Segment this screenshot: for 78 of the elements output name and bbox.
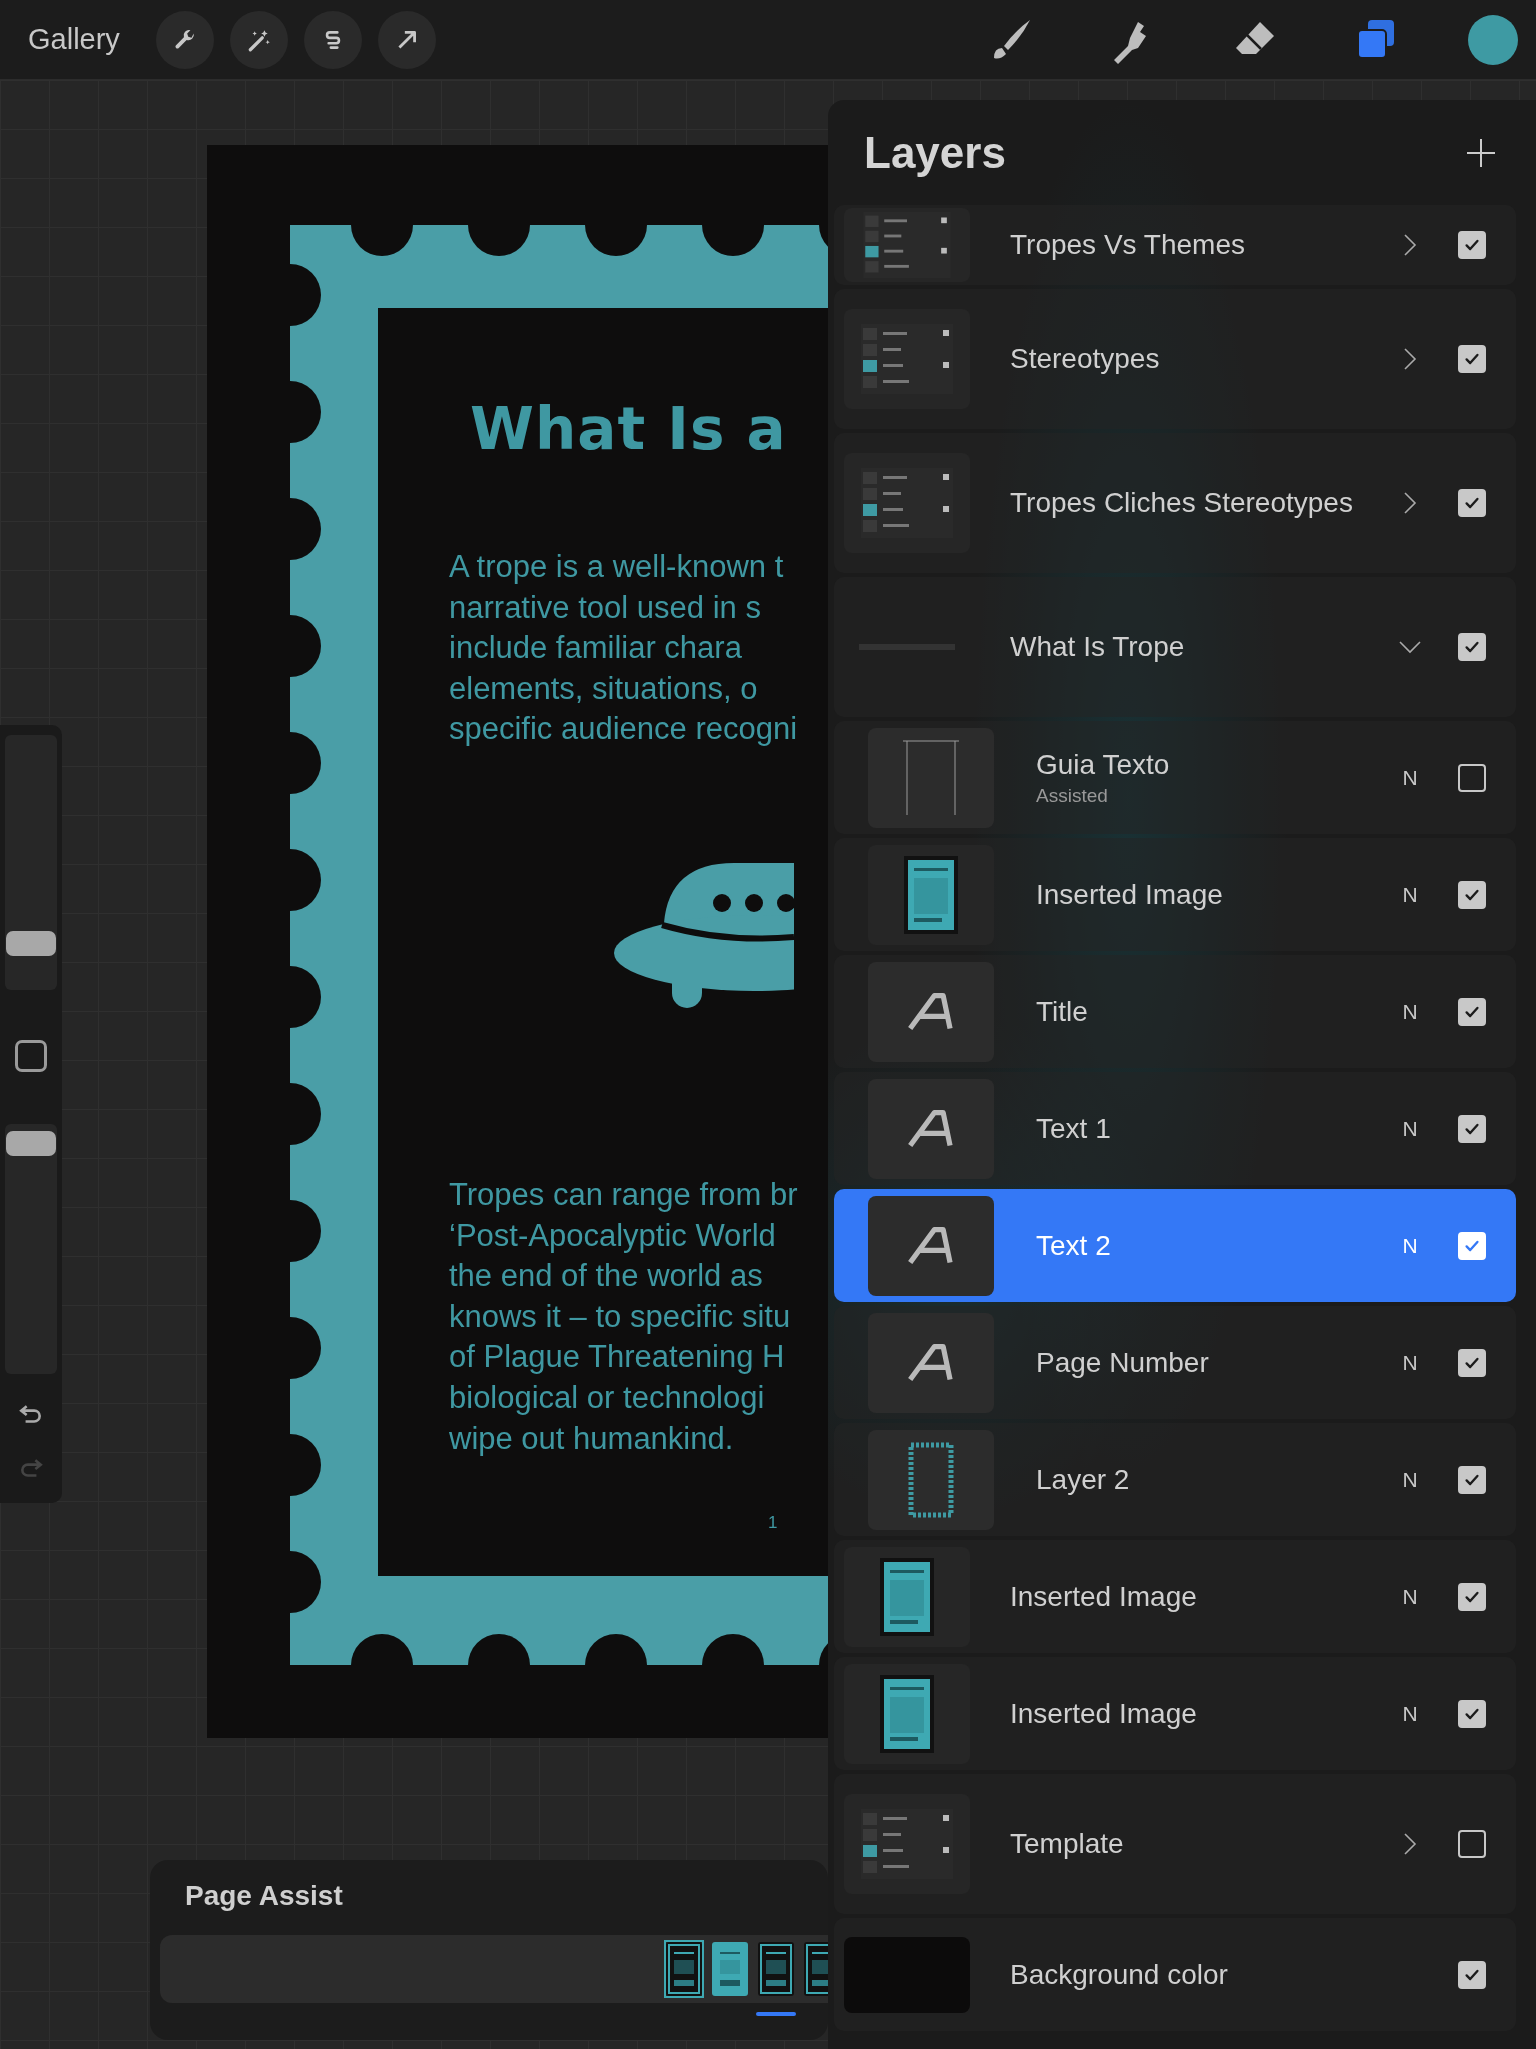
blend-mode[interactable]: N — [1402, 765, 1418, 790]
layer-row[interactable]: Tropes Vs Themes — [834, 205, 1516, 285]
blend-mode[interactable]: N — [1402, 1584, 1418, 1609]
blend-mode[interactable]: N — [1402, 1116, 1418, 1141]
body-text-line: wipe out humankind. — [449, 1419, 735, 1458]
layer-name: Text 2 — [1036, 1229, 1112, 1262]
layer-row[interactable]: Guia Texto Assisted N — [834, 721, 1516, 834]
layer-name: Layer 2 — [1036, 1463, 1131, 1496]
body-text-line: knows it – to specific situ — [449, 1297, 792, 1336]
layer-name: Template — [1010, 1828, 1125, 1860]
layer-checkbox[interactable] — [1458, 880, 1486, 909]
body-text-line: of Plague Threatening H — [449, 1338, 786, 1377]
slider-thumb[interactable] — [6, 1131, 56, 1156]
layer-checkbox[interactable] — [1458, 1830, 1486, 1858]
body-text-line: the end of the world as — [449, 1257, 764, 1296]
layer-row[interactable]: Tropes Cliches Stereotypes — [834, 433, 1516, 573]
page-number: 1 — [768, 1513, 778, 1533]
layer-subtitle: Assisted — [1036, 784, 1109, 807]
layer-name: Tropes Cliches Stereotypes — [1010, 487, 1354, 519]
brush-size-slider[interactable] — [5, 735, 57, 990]
blend-mode[interactable]: N — [1402, 882, 1418, 907]
color-swatch[interactable] — [1468, 14, 1518, 65]
layer-name: Inserted Image — [1036, 878, 1224, 911]
layer-name: Title — [1036, 995, 1089, 1028]
slider-thumb[interactable] — [6, 931, 56, 957]
layer-name: Text 1 — [1036, 1112, 1112, 1145]
body-text-line: Tropes can range from br — [449, 1176, 798, 1214]
layer-checkbox[interactable] — [1458, 489, 1486, 517]
layer-row[interactable]: Template — [834, 1774, 1516, 1914]
layer-row[interactable]: Text 1 N — [834, 1072, 1516, 1185]
blend-mode[interactable]: N — [1402, 1233, 1418, 1258]
layer-checkbox[interactable] — [1458, 345, 1486, 373]
blend-mode[interactable]: N — [1402, 1467, 1418, 1492]
layer-name: Inserted Image — [1010, 1697, 1198, 1730]
layer-checkbox[interactable] — [1458, 1465, 1486, 1494]
layer-name: Tropes Vs Themes — [1010, 229, 1246, 261]
layer-checkbox[interactable] — [1458, 1114, 1486, 1143]
layer-row[interactable]: Inserted Image N — [834, 1657, 1516, 1770]
body-text-line: specific audience recogni — [449, 710, 798, 749]
layer-row[interactable]: Text 2 N — [834, 1189, 1516, 1302]
layer-name: Page Number — [1036, 1346, 1210, 1379]
layer-row[interactable]: Inserted Image N — [834, 1540, 1516, 1653]
layer-row[interactable]: Title N — [834, 955, 1516, 1068]
page-title: What Is a — [470, 395, 787, 463]
layer-name: Stereotypes — [1010, 343, 1161, 375]
body-text-line: biological or technologi — [449, 1378, 766, 1417]
gallery-button[interactable]: Gallery — [28, 23, 120, 56]
layer-checkbox[interactable] — [1458, 1699, 1486, 1728]
add-icon[interactable] — [1466, 137, 1496, 168]
layer-name: Guia Texto — [1036, 748, 1171, 781]
modify-button[interactable] — [15, 1040, 47, 1072]
layer-row[interactable]: Page Number N — [834, 1306, 1516, 1419]
layer-name: Background color — [1010, 1958, 1229, 1991]
layer-name: Inserted Image — [1010, 1580, 1198, 1613]
blend-mode[interactable]: N — [1402, 999, 1418, 1024]
blend-mode[interactable]: N — [1402, 1350, 1418, 1375]
opacity-slider[interactable] — [5, 1124, 57, 1374]
layer-row[interactable]: Stereotypes — [834, 289, 1516, 429]
layer-checkbox[interactable] — [1458, 633, 1486, 661]
body-text-line: elements, situations, o — [449, 669, 759, 708]
body-text-line: ‘Post-Apocalyptic World — [449, 1216, 777, 1255]
body-text-line: narrative tool used in s — [449, 588, 762, 627]
layer-checkbox[interactable] — [1458, 1960, 1486, 1989]
body-text-line: A trope is a well-known t — [449, 548, 785, 586]
blend-mode[interactable]: N — [1402, 1701, 1418, 1726]
layer-checkbox[interactable] — [1458, 997, 1486, 1026]
panel-title: Page Assist — [184, 1879, 344, 1913]
layer-checkbox[interactable] — [1458, 1348, 1486, 1377]
layer-checkbox[interactable] — [1458, 231, 1486, 259]
panel-title: Layers — [864, 127, 1006, 178]
layer-row[interactable]: Layer 2 N — [834, 1423, 1516, 1536]
layer-checkbox[interactable] — [1458, 763, 1486, 792]
layer-row[interactable]: Background color — [834, 1918, 1516, 2031]
layer-checkbox[interactable] — [1458, 1582, 1486, 1611]
layer-row[interactable]: Inserted Image N — [834, 838, 1516, 951]
body-text-line: include familiar chara — [449, 629, 743, 668]
layer-name: What Is Trope — [1010, 631, 1186, 663]
layer-row[interactable]: What Is Trope — [834, 577, 1516, 717]
